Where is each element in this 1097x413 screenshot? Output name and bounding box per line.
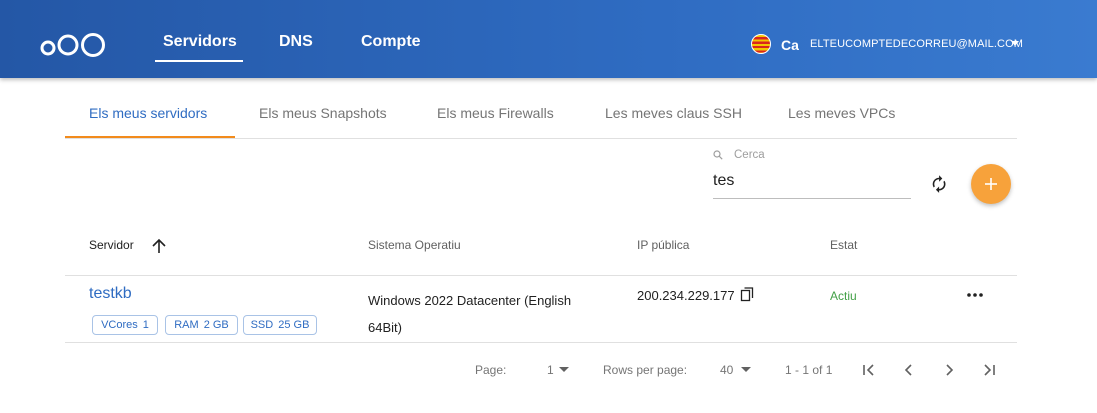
spec-value: 2 GB — [203, 319, 229, 331]
chevron-down-icon[interactable] — [1011, 41, 1019, 46]
nav-servidors[interactable]: Servidors — [163, 33, 237, 51]
spec-chip-ssd: SSD 25 GB — [243, 315, 317, 335]
nav-active-indicator — [155, 60, 243, 62]
spec-key: VCores — [101, 319, 138, 331]
page-select-chevron-icon[interactable] — [559, 367, 569, 372]
header-divider — [65, 275, 1017, 276]
public-ip: 200.234.229.177 — [637, 288, 735, 303]
spec-value: 25 GB — [278, 319, 310, 331]
tab-les-meves-claus-ssh[interactable]: Les meves claus SSH — [605, 105, 742, 121]
plus-icon — [985, 178, 997, 190]
spec-key: SSD — [250, 319, 274, 331]
spec-key: RAM — [174, 319, 199, 331]
next-page-icon[interactable] — [940, 361, 958, 379]
last-page-icon[interactable] — [980, 361, 998, 379]
add-server-button[interactable] — [971, 164, 1011, 204]
nav-dns[interactable]: DNS — [279, 33, 313, 51]
operating-system: Windows 2022 Datacenter (English 64Bit) — [368, 293, 572, 335]
tab-els-meus-snapshots[interactable]: Els meus Snapshots — [259, 105, 387, 121]
refresh-icon[interactable] — [927, 172, 951, 196]
rows-per-page-value[interactable]: 40 — [720, 363, 733, 377]
top-bar: Servidors DNS Compte Ca ELTEUCOMPTEDECOR… — [0, 0, 1097, 78]
page-label: Page: — [475, 363, 507, 377]
spec-value: 1 — [142, 319, 149, 331]
arrow-up-icon[interactable] — [150, 237, 168, 255]
active-tab-indicator — [65, 136, 235, 138]
spec-chip-vcores: VCores 1 — [92, 315, 158, 335]
account-email[interactable]: ELTEUCOMPTEDECORREU@MAIL.COM — [810, 38, 1023, 50]
tab-els-meus-servidors[interactable]: Els meus servidors — [89, 105, 207, 121]
row-divider — [65, 342, 1017, 343]
search-icon — [713, 150, 723, 160]
rows-per-page-label: Rows per page: — [603, 363, 688, 377]
tab-els-meus-firewalls[interactable]: Els meus Firewalls — [437, 105, 554, 121]
first-page-icon[interactable] — [860, 361, 878, 379]
status-badge: Actiu — [830, 289, 857, 303]
column-header-estat[interactable]: Estat — [830, 238, 857, 252]
logo-icon[interactable] — [40, 28, 106, 60]
tab-les-meves-vpcs[interactable]: Les meves VPCs — [788, 105, 895, 121]
search-input[interactable] — [713, 168, 909, 194]
copy-icon[interactable] — [740, 287, 754, 302]
server-name-link[interactable]: testkb — [89, 285, 132, 303]
tabs-bar: Els meus servidors Els meus Snapshots El… — [65, 96, 1017, 139]
previous-page-icon[interactable] — [900, 361, 918, 379]
page-select-value[interactable]: 1 — [547, 363, 554, 377]
column-header-sistema-operatiu[interactable]: Sistema Operatiu — [368, 238, 461, 252]
language-code[interactable]: Ca — [781, 37, 799, 53]
search-label: Cerca — [734, 149, 765, 161]
column-header-ip-publica[interactable]: IP pública — [637, 238, 689, 252]
nav-compte[interactable]: Compte — [361, 33, 421, 51]
rows-per-page-chevron-icon[interactable] — [741, 367, 751, 372]
page-range: 1 - 1 of 1 — [785, 363, 833, 377]
catalan-flag-icon[interactable] — [751, 34, 771, 54]
column-header-servidor[interactable]: Servidor — [89, 238, 134, 252]
more-actions-icon[interactable] — [966, 288, 984, 302]
search-field[interactable]: Cerca — [713, 148, 911, 199]
spec-chip-ram: RAM 2 GB — [165, 315, 238, 335]
